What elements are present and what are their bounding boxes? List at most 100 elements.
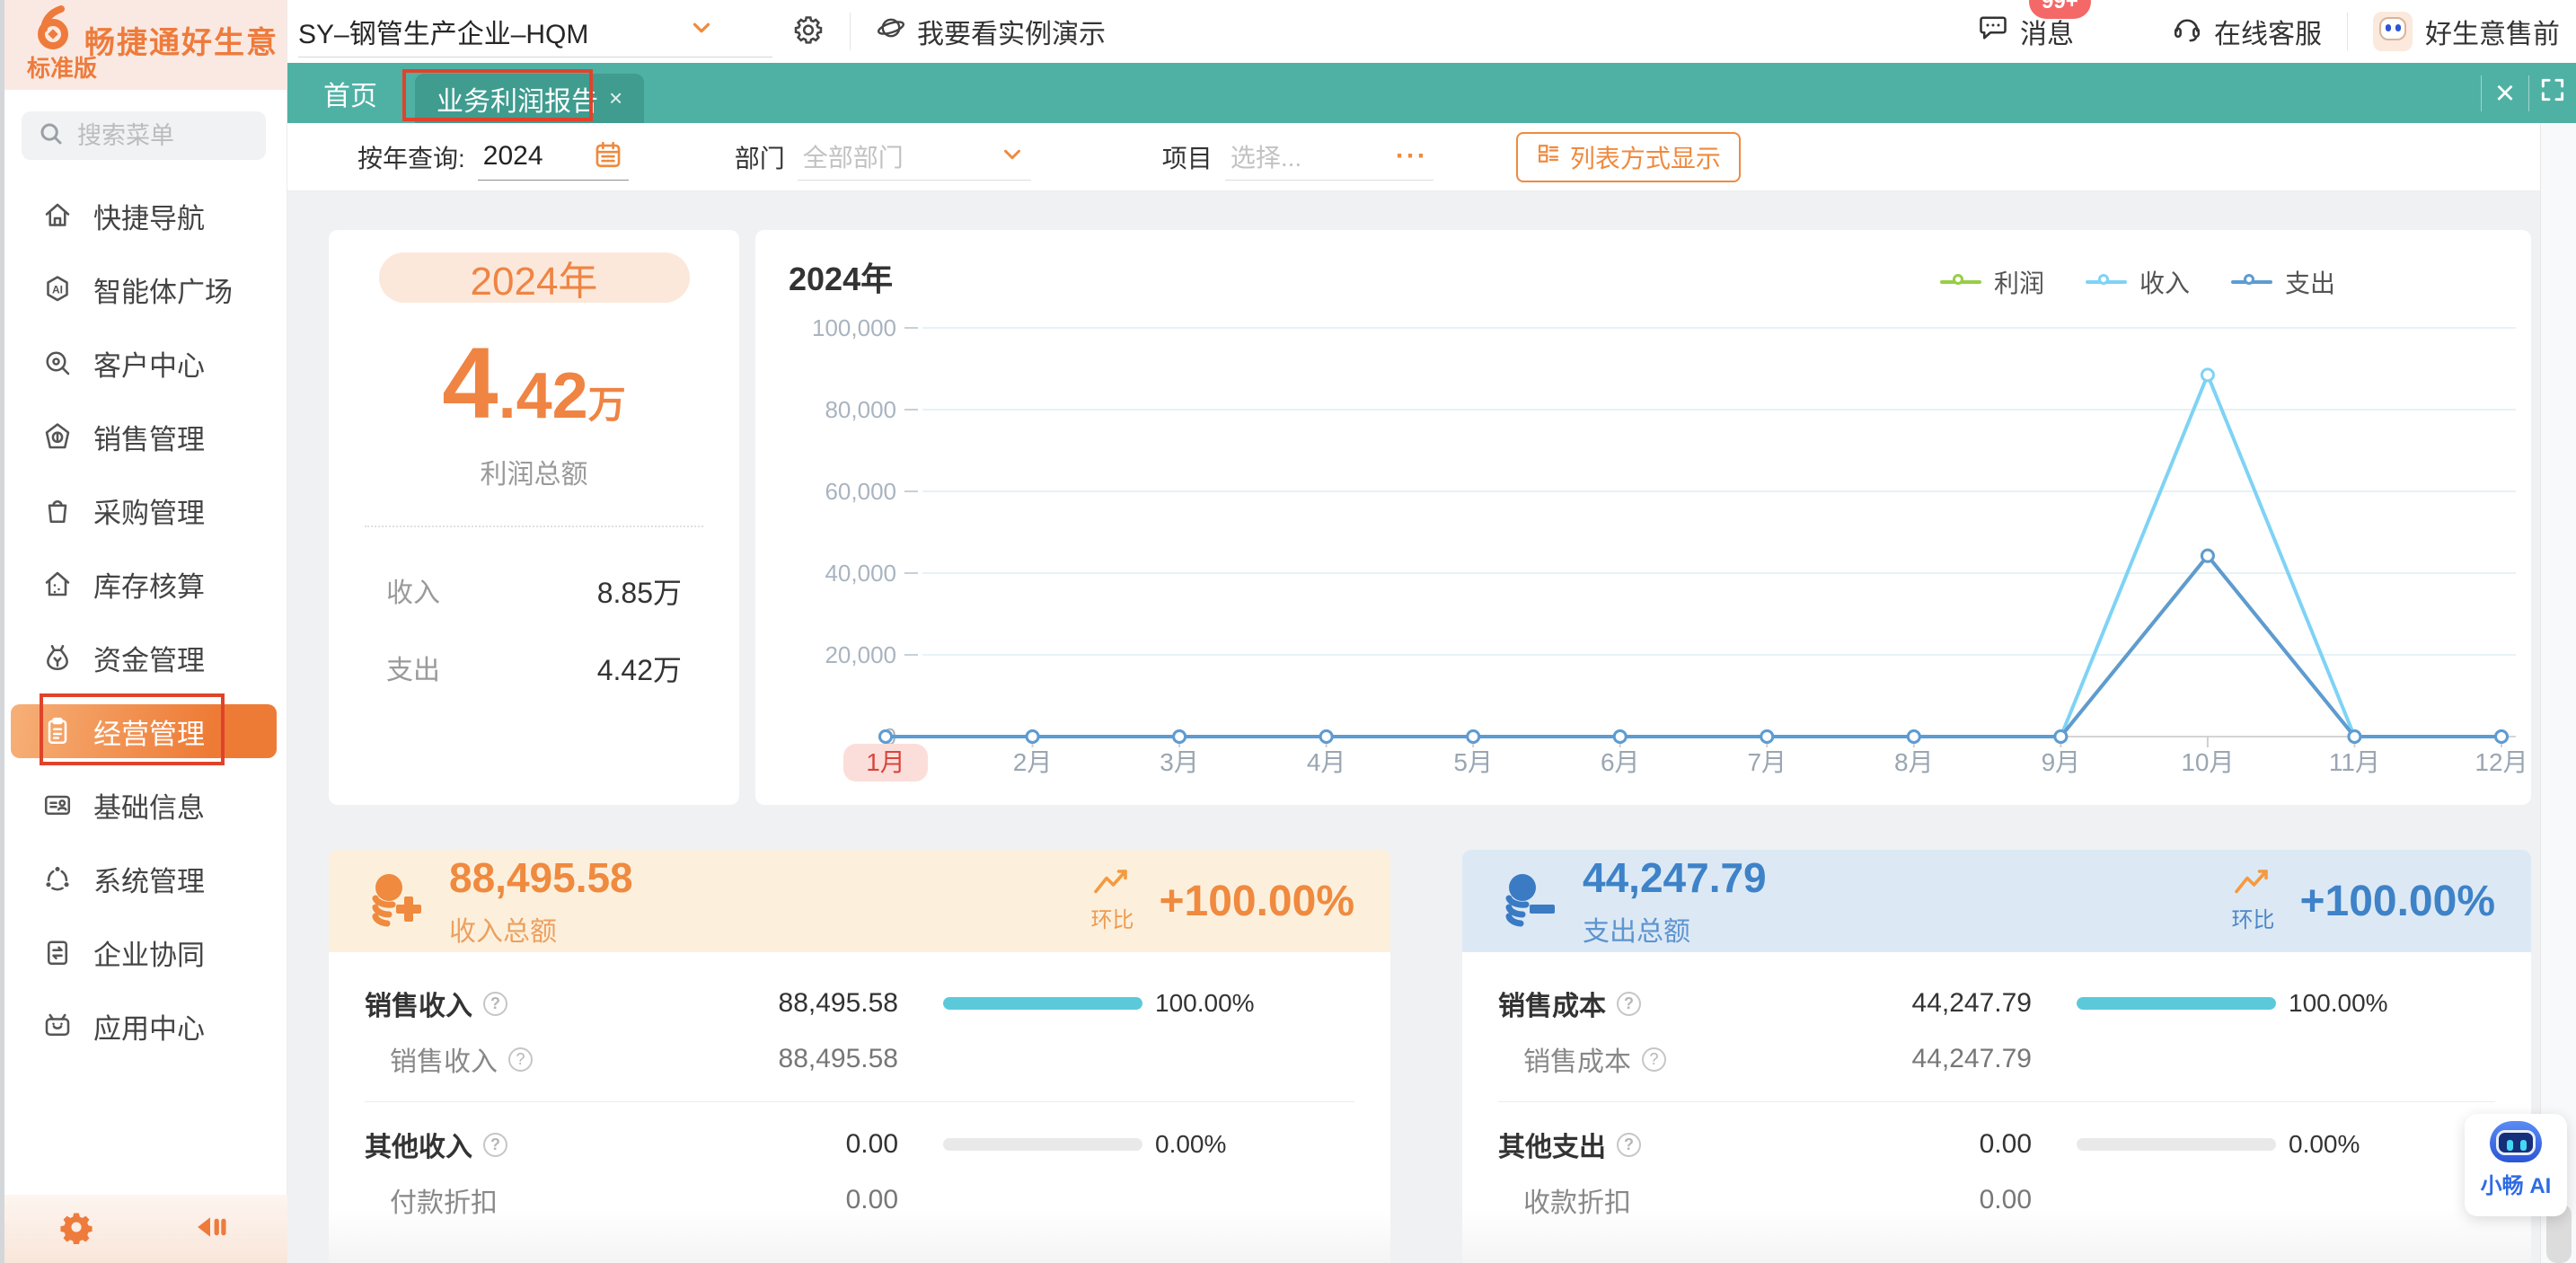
row-value: 0.00 — [1811, 1185, 2032, 1215]
svg-text:11月: 11月 — [2329, 748, 2380, 776]
sidebar-item-inventory[interactable]: 库存核算 — [11, 557, 277, 611]
table-row: 其他支出?0.000.00% — [1498, 1117, 2495, 1172]
ai-assistant-label: 小畅 AI — [2481, 1168, 2552, 1199]
sidebar-item-purchase[interactable]: 采购管理 — [11, 483, 277, 537]
sidebar-item-label: 销售管理 — [93, 417, 205, 457]
tabbar: 首页 业务利润报告 × × — [287, 63, 2576, 123]
sidebar-item-label: 客户中心 — [93, 343, 205, 384]
project-more-icon[interactable]: ··· — [1396, 141, 1428, 172]
profit-trend-chart-card: 2024年 利润收入支出 020,00040,00060,00080,00010… — [755, 230, 2531, 805]
online-service-button[interactable]: 在线客服 — [2171, 12, 2322, 51]
ai-assistant-widget[interactable]: 小畅 AI — [2465, 1114, 2567, 1216]
tab-label: 业务利润报告 — [437, 79, 598, 119]
row-value: 44,247.79 — [1811, 1044, 2032, 1074]
close-workspace-icon[interactable]: × — [2482, 76, 2528, 110]
inventory-icon — [41, 568, 74, 600]
collaboration-icon — [41, 936, 74, 968]
tab-business-profit-report[interactable]: 业务利润报告 × — [415, 74, 644, 123]
home-icon — [41, 199, 74, 232]
row-label: 销售收入 — [390, 1039, 498, 1079]
help-icon[interactable]: ? — [1617, 992, 1641, 1016]
sidebar-item-label: 系统管理 — [93, 859, 205, 899]
page-scrollbar[interactable] — [2540, 123, 2576, 1263]
chevron-down-icon — [999, 141, 1026, 172]
fullscreen-icon[interactable] — [2529, 75, 2576, 110]
topbar-divider — [2347, 13, 2348, 50]
messages-count-badge: 99+ — [2029, 0, 2091, 19]
table-row: 其他收入?0.000.00% — [365, 1117, 1354, 1172]
help-icon[interactable]: ? — [483, 992, 507, 1016]
app-center-icon — [41, 1010, 74, 1042]
svg-text:20,000: 20,000 — [825, 641, 896, 668]
operations-icon — [41, 715, 74, 747]
company-selector[interactable]: SY–钢管生产企业–HQM — [298, 5, 772, 57]
online-service-label: 在线客服 — [2214, 12, 2322, 51]
income-total-label: 收入总额 — [449, 909, 633, 949]
table-row: 收款折扣 0.00 — [1498, 1172, 2495, 1228]
messages-button[interactable]: 消息 99+ — [1977, 12, 2074, 51]
main-region: 按年查询: 2024 部门 全部部门 项目 — [287, 123, 2540, 1263]
svg-text:10月: 10月 — [2181, 748, 2234, 776]
filterbar: 按年查询: 2024 部门 全部部门 项目 — [287, 123, 2540, 191]
sidebar-item-collaboration[interactable]: 企业协同 — [11, 925, 277, 979]
row-percent: 100.00% — [1155, 989, 1255, 1018]
sidebar-item-info-card[interactable]: 基础信息 — [11, 778, 277, 832]
profit-summary-card: 2024年 4.42万 利润总额 收入 8.85万 支出 4.42万 — [329, 230, 739, 805]
topbar-divider — [850, 13, 851, 50]
sidebar-item-customer[interactable]: 客户中心 — [11, 336, 277, 390]
help-icon[interactable]: ? — [483, 1133, 507, 1157]
table-row: 销售收入?88,495.58 — [365, 1031, 1354, 1087]
sidebar-item-sales[interactable]: 销售管理 — [11, 410, 277, 464]
sidebar-item-system[interactable]: 系统管理 — [11, 852, 277, 905]
menu-search-input[interactable] — [77, 122, 239, 150]
user-avatar[interactable] — [2373, 12, 2413, 51]
expense-total-amount: 44,247.79 — [1583, 853, 1767, 902]
brand-logo-icon — [34, 5, 72, 55]
sidebar-item-label: 智能体广场 — [93, 269, 233, 310]
dept-select[interactable]: 全部部门 — [798, 134, 1031, 181]
robot-icon — [2490, 1121, 2542, 1162]
topbar: SY–钢管生产企业–HQM 我要看实例演示 — [287, 0, 2576, 63]
help-icon[interactable]: ? — [508, 1047, 533, 1072]
svg-text:2月: 2月 — [1013, 748, 1053, 776]
sidebar-item-label: 快捷导航 — [93, 196, 205, 236]
brand-edition: 标准版 — [27, 50, 97, 84]
menu-search-box[interactable] — [22, 111, 266, 160]
app-window: 畅捷通好生意 标准版 快捷导航AI智能体广场客户中心销售管理采购管理库存核算资金… — [0, 0, 2576, 1263]
expense-trend-value: +100.00% — [2299, 877, 2495, 926]
sidebar-item-app-center[interactable]: 应用中心 — [11, 999, 277, 1053]
row-label: 收款折扣 — [1523, 1180, 1631, 1220]
tab-home[interactable]: 首页 — [305, 63, 395, 123]
expense-rows: 销售成本?44,247.79100.00%销售成本?44,247.79其他支出?… — [1462, 952, 2531, 1228]
income-coins-icon — [365, 870, 426, 932]
sidebar-item-ai[interactable]: AI智能体广场 — [11, 262, 277, 316]
sidebar-item-operations[interactable]: 经营管理 — [11, 704, 277, 758]
system-icon — [41, 862, 74, 895]
sidebar-item-home[interactable]: 快捷导航 — [11, 189, 277, 243]
list-view-toggle-button[interactable]: 列表方式显示 — [1516, 132, 1741, 182]
settings-gear-icon[interactable] — [59, 1210, 93, 1249]
calendar-icon[interactable] — [593, 139, 623, 174]
list-view-icon — [1536, 141, 1561, 172]
demo-link[interactable]: 我要看实例演示 — [876, 12, 1106, 51]
sidebar-item-funds[interactable]: 资金管理 — [11, 631, 277, 684]
help-icon[interactable]: ? — [1642, 1047, 1666, 1072]
project-select[interactable]: 选择... ··· — [1225, 134, 1434, 181]
tab-close-icon[interactable]: × — [609, 84, 622, 112]
svg-text:7月: 7月 — [1747, 748, 1786, 776]
svg-text:60,000: 60,000 — [825, 478, 896, 505]
account-settings-gear-icon[interactable] — [792, 13, 825, 50]
purchase-icon — [41, 494, 74, 526]
help-icon[interactable]: ? — [1617, 1133, 1641, 1157]
year-input[interactable]: 2024 — [478, 134, 629, 181]
chevron-down-icon — [688, 14, 715, 49]
row-percent: 0.00% — [2289, 1130, 2360, 1159]
sidebar-item-label: 采购管理 — [93, 490, 205, 531]
sidebar-item-label: 资金管理 — [93, 638, 205, 678]
svg-text:5月: 5月 — [1453, 748, 1493, 776]
summary-row-expense: 支出 4.42万 — [386, 648, 682, 689]
divider — [365, 1101, 1354, 1102]
collapse-sidebar-icon[interactable] — [192, 1212, 228, 1247]
sales-icon — [41, 420, 74, 453]
sidebar-item-label: 基础信息 — [93, 785, 205, 826]
